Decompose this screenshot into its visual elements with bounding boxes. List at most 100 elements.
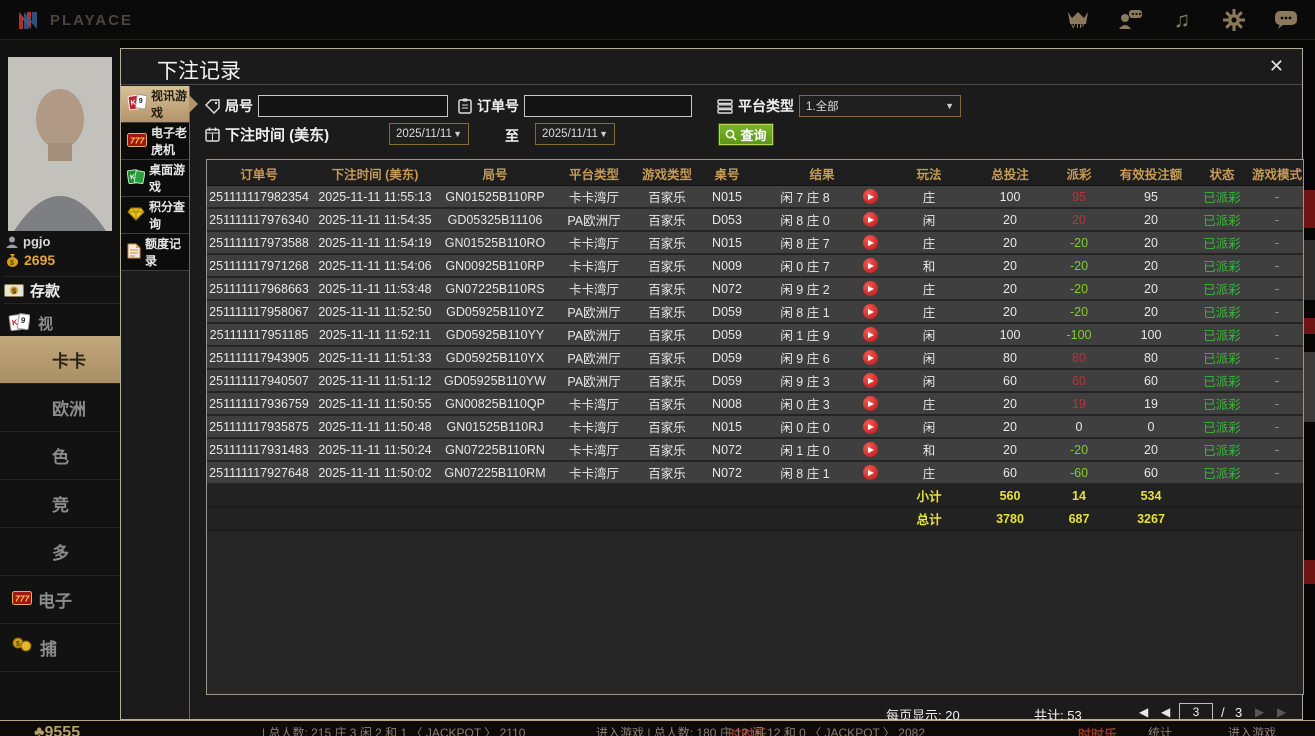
chevron-down-icon: ▼ — [453, 129, 462, 139]
cell-time: 2025-11-11 11:52:50 — [311, 301, 439, 322]
tab-column-divider — [189, 86, 190, 719]
play-icon[interactable] — [863, 258, 878, 273]
play-icon[interactable] — [863, 442, 878, 457]
cell-total: 20 — [971, 393, 1049, 414]
play-icon[interactable] — [863, 235, 878, 250]
page-number-input[interactable]: 3 — [1179, 703, 1213, 721]
cell-platform: PA欧洲厅 — [551, 370, 637, 391]
date-to-select[interactable]: 2025/11/11 ▼ — [535, 123, 615, 145]
support-icon[interactable] — [1115, 4, 1145, 36]
play-icon[interactable] — [863, 212, 878, 227]
cell-status: 已派彩 — [1193, 255, 1251, 276]
lobby-menu-item-4[interactable]: 竞 — [0, 480, 120, 528]
dialog-tab-4[interactable]: 积分查询 — [121, 197, 189, 234]
cell-total: 20 — [971, 439, 1049, 460]
cell-table: N072 — [697, 462, 757, 483]
brand-text: PLAYACE — [50, 12, 133, 29]
column-header: 局号 — [439, 160, 551, 186]
column-header: 派彩 — [1049, 160, 1109, 186]
dialog-tab-5[interactable]: 额度记录 — [121, 234, 189, 271]
close-icon[interactable]: ✕ — [1269, 57, 1284, 75]
cell-play: 闲 — [887, 324, 971, 345]
search-button[interactable]: 查询 — [718, 123, 774, 146]
cell-replay — [853, 462, 887, 483]
play-icon[interactable] — [863, 465, 878, 480]
date-from-select[interactable]: 2025/11/11 ▼ — [389, 123, 469, 145]
prev-page-icon[interactable]: ◀ — [1161, 705, 1170, 719]
cell-valid: 20 — [1109, 278, 1193, 299]
calendar-icon — [205, 127, 220, 142]
cell-total: 100 — [971, 324, 1049, 345]
vip-icon[interactable]: VIP — [1063, 4, 1093, 36]
lobby-video-section[interactable]: K 9 视 — [8, 308, 53, 338]
bottom-bar-text: 时时乐 — [1078, 724, 1117, 736]
lobby-user[interactable]: pgjo — [6, 234, 50, 249]
cell-play: 闲 — [887, 347, 971, 368]
cell-total: 60 — [971, 462, 1049, 483]
chat-icon[interactable] — [1271, 4, 1301, 36]
cell-mode: - — [1251, 186, 1303, 207]
dialog-tab-1[interactable]: K9视讯游戏 — [121, 86, 189, 123]
cell-valid: 19 — [1109, 393, 1193, 414]
dialog-tab-2[interactable]: 777电子老虎机 — [121, 123, 189, 160]
page-separator: / — [1221, 705, 1225, 720]
play-icon[interactable] — [863, 304, 878, 319]
settings-icon[interactable] — [1219, 4, 1249, 36]
play-icon[interactable] — [863, 281, 878, 296]
cell-order: 251111117935875 — [207, 416, 311, 437]
play-icon[interactable] — [863, 396, 878, 411]
cell-status: 已派彩 — [1193, 278, 1251, 299]
order-input[interactable] — [524, 95, 692, 117]
lobby-video-label: 视 — [38, 313, 53, 334]
subtotal-valid: 534 — [1109, 485, 1193, 506]
play-icon[interactable] — [863, 419, 878, 434]
lobby-username: pgjo — [23, 234, 50, 249]
background-fragment — [1303, 352, 1315, 422]
cell-play: 庄 — [887, 232, 971, 253]
lobby-menu-item-5[interactable]: 多 — [0, 528, 120, 576]
cell-round: GN07225B110RS — [439, 278, 551, 299]
cell-game: 百家乐 — [637, 255, 697, 276]
lobby-balance[interactable]: $ 2695 — [6, 252, 55, 268]
lobby-menu-item-7[interactable]: $捕 — [0, 624, 120, 672]
cell-time: 2025-11-11 11:54:06 — [311, 255, 439, 276]
cell-status: 已派彩 — [1193, 186, 1251, 207]
lobby-menu-item-2[interactable]: 欧洲 — [0, 384, 120, 432]
cell-round: GN01525B110RP — [439, 186, 551, 207]
cell-valid: 60 — [1109, 462, 1193, 483]
cell-game: 百家乐 — [637, 301, 697, 322]
cell-payout: -20 — [1049, 439, 1109, 460]
lobby-menu-item-1[interactable]: 卡卡 — [0, 336, 120, 384]
lobby-menu-label: 卡卡 — [52, 347, 86, 372]
cell-payout: 19 — [1049, 393, 1109, 414]
deposit-button[interactable]: $ 存款 — [4, 276, 120, 304]
last-page-icon[interactable]: ▶ — [1277, 705, 1286, 719]
play-icon[interactable] — [863, 350, 878, 365]
lobby-menu-item-3[interactable]: 色 — [0, 432, 120, 480]
lobby-menu-label: 电子 — [38, 587, 72, 612]
column-header: 总投注 — [971, 160, 1049, 186]
round-input[interactable] — [258, 95, 448, 117]
play-icon[interactable] — [863, 327, 878, 342]
first-page-icon[interactable]: ◀ — [1139, 705, 1148, 719]
play-icon[interactable] — [863, 189, 878, 204]
platform-select[interactable]: 1.全部 ▼ — [799, 95, 961, 117]
cell-result: 闲 8 庄 7 — [757, 232, 853, 253]
cell-mode: - — [1251, 324, 1303, 345]
lobby-menu: 卡卡欧洲色竞多777电子$捕 — [0, 336, 120, 672]
music-icon[interactable]: ♫ — [1167, 4, 1197, 36]
dialog-tab-3[interactable]: K桌面游戏 — [121, 160, 189, 197]
lobby-menu-item-6[interactable]: 777电子 — [0, 576, 120, 624]
cell-platform: 卡卡湾厅 — [551, 416, 637, 437]
platform-value: 1.全部 — [806, 98, 839, 114]
background-fragment — [1303, 190, 1315, 228]
cell-status: 已派彩 — [1193, 209, 1251, 230]
cell-table: N015 — [697, 186, 757, 207]
svg-text:$: $ — [10, 260, 14, 267]
play-icon[interactable] — [863, 373, 878, 388]
cell-mode: - — [1251, 209, 1303, 230]
cell-round: GD05925B110YY — [439, 324, 551, 345]
cell-valid: 20 — [1109, 301, 1193, 322]
next-page-icon[interactable]: ▶ — [1255, 705, 1264, 719]
total-pages: 3 — [1235, 705, 1242, 720]
